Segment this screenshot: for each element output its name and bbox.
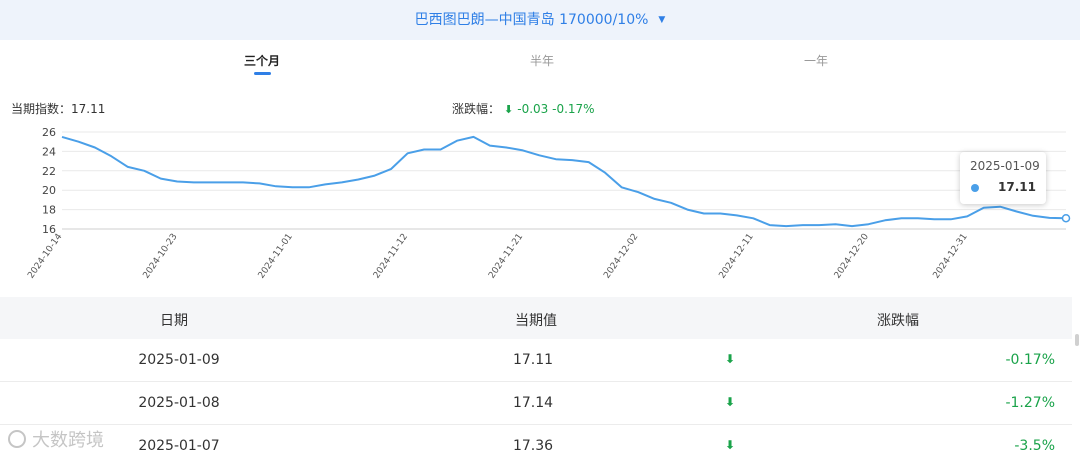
y-tick-label: 24: [42, 145, 56, 158]
y-tick-label: 20: [42, 184, 56, 197]
current-index: 当期指数：17.11: [11, 100, 105, 117]
x-tick-label: 2024-10-14: [26, 232, 64, 281]
route-selector[interactable]: 巴西图巴朗—中国青岛 170000/10% ▼: [0, 9, 1080, 29]
y-tick-label: 26: [42, 126, 56, 139]
row-change: -0.17%: [1005, 352, 1055, 368]
current-index-label: 当期指数：: [11, 102, 72, 116]
row-change: -3.5%: [1014, 438, 1055, 454]
col-change-header: 涨跌幅: [877, 313, 919, 329]
arrow-down-icon: ⬇: [724, 438, 736, 452]
row-value: 17.14: [512, 395, 554, 411]
x-tick-label: 2024-10-23: [141, 232, 179, 281]
tooltip-series-dot: [971, 184, 979, 192]
tab-one-year[interactable]: 一年: [804, 52, 828, 69]
y-tick-label: 18: [42, 204, 56, 217]
table-row: 2025-01-07 17.36 ⬇ -3.5%: [0, 425, 1072, 461]
current-index-value: 17.11: [71, 102, 106, 116]
tab-half-year[interactable]: 半年: [530, 52, 554, 69]
tooltip-date: 2025-01-09: [970, 159, 1040, 173]
row-value: 17.36: [512, 438, 554, 454]
data-point: [1061, 213, 1071, 223]
table-header: 日期 当期值 涨跌幅: [0, 297, 1072, 339]
x-tick-label: 2024-12-02: [602, 232, 640, 281]
row-date: 2025-01-07: [138, 438, 220, 454]
x-tick-label: 2024-11-21: [487, 232, 525, 281]
series-line: [61, 135, 1067, 228]
top-bar: 巴西图巴朗—中国青岛 170000/10% ▼: [0, 0, 1080, 40]
x-tick-label: 2024-12-11: [718, 232, 756, 281]
change-value: -0.03: [517, 102, 549, 116]
caret-down-icon: ▼: [658, 15, 666, 25]
watermark-text: 大数跨境: [32, 430, 104, 451]
watermark-logo-icon: [8, 430, 26, 448]
row-date: 2025-01-08: [138, 395, 220, 411]
arrow-down-icon: ⬇: [724, 352, 736, 366]
tooltip-value: 17.11: [998, 180, 1036, 194]
change-pct: -0.17%: [552, 102, 595, 116]
chart-tooltip: 2025-01-09 17.11: [960, 152, 1046, 204]
x-tick-label: 2024-11-01: [257, 232, 295, 281]
row-date: 2025-01-09: [138, 352, 220, 368]
y-tick-label: 22: [42, 165, 56, 178]
x-tick-label: 2024-12-31: [932, 232, 970, 281]
route-title: 巴西图巴朗—中国青岛 170000/10%: [414, 12, 649, 28]
line-chart[interactable]: 1618202224262024-10-14 2024-10-23 2024-11-…: [0, 120, 1080, 295]
change-label: 涨跌幅：: [452, 102, 501, 116]
watermark: 大数跨境: [8, 426, 104, 452]
scrollbar-thumb[interactable]: [1075, 334, 1079, 346]
table-row: 2025-01-08 17.14 ⬇ -1.27%: [0, 382, 1072, 425]
row-change: -1.27%: [1005, 395, 1055, 411]
tab-active-indicator: [254, 72, 271, 75]
col-date-header: 日期: [160, 313, 188, 329]
x-tick-label: 2024-11-12: [372, 232, 410, 281]
col-value-header: 当期值: [515, 313, 557, 329]
table-row: 2025-01-09 17.11 ⬇ -0.17%: [0, 339, 1072, 382]
change: 涨跌幅： ⬇ -0.03 -0.17%: [452, 100, 595, 117]
arrow-down-icon: ⬇: [504, 103, 514, 116]
row-value: 17.11: [512, 352, 554, 368]
arrow-down-icon: ⬇: [724, 395, 736, 409]
x-tick-label: 2024-12-20: [833, 232, 871, 281]
tab-three-months[interactable]: 三个月: [244, 52, 280, 69]
